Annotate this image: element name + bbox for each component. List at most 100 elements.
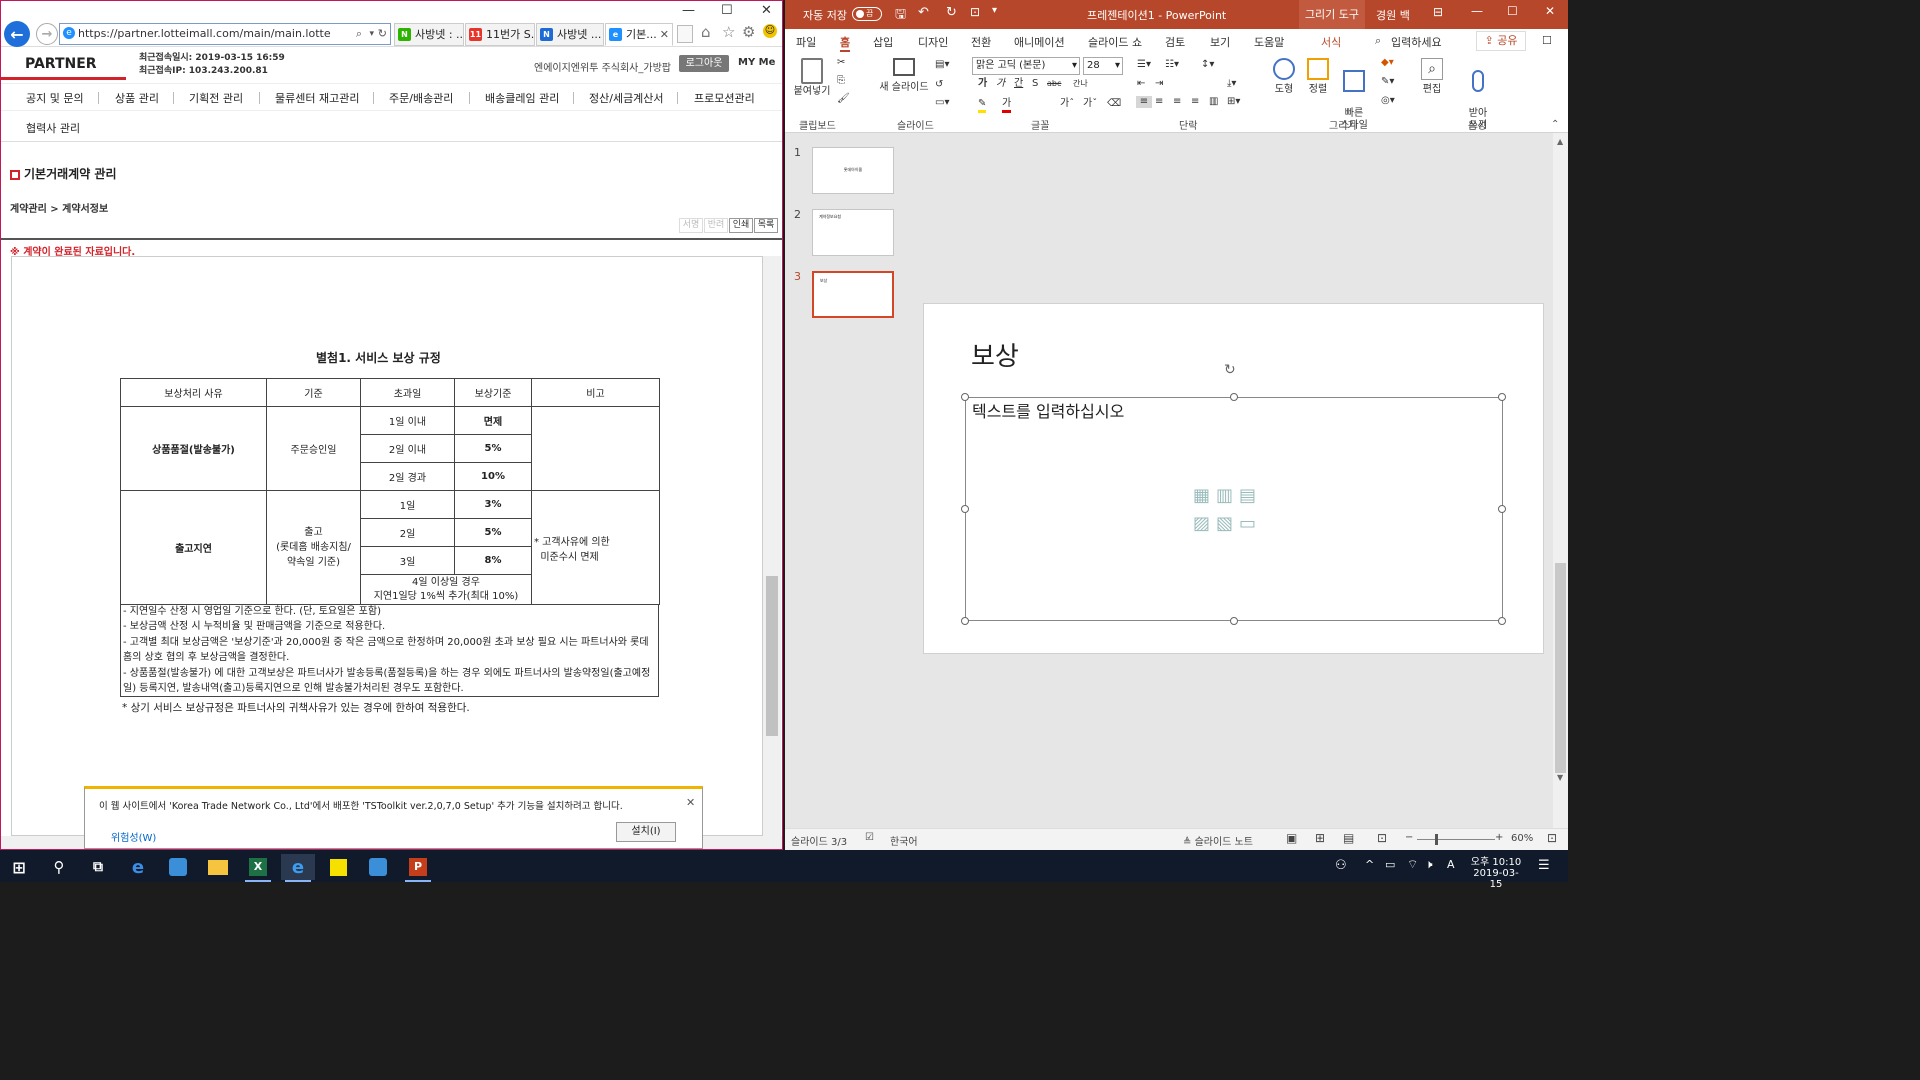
tab-format[interactable]: 서식 — [1321, 34, 1341, 50]
shape-outline-icon[interactable]: ✎▾ — [1381, 76, 1394, 88]
bullets-icon[interactable]: ☰▾ — [1137, 59, 1151, 71]
undo-icon[interactable]: ↶ — [918, 5, 929, 20]
partner-logo[interactable]: PARTNER — [25, 56, 97, 72]
rotate-handle-icon[interactable]: ↻ — [1224, 362, 1236, 378]
powerpoint-taskbar-icon[interactable]: P — [401, 854, 435, 882]
tab-sabangnet-2[interactable]: N 사방넷 ... — [536, 23, 604, 46]
home-icon[interactable]: ⌂ — [701, 23, 711, 41]
risk-link[interactable]: 위험성(W) — [111, 829, 156, 844]
zoom-in-icon[interactable]: + — [1495, 832, 1503, 843]
nav-partner[interactable]: 협력사 관리 — [26, 120, 80, 136]
zoom-slider-thumb[interactable] — [1435, 834, 1438, 845]
highlight-icon[interactable]: ✎ — [978, 98, 987, 113]
install-button[interactable]: 설치(I) — [616, 822, 676, 842]
ppt-minimize-button[interactable]: — — [1471, 4, 1483, 18]
ribbon-display-icon[interactable]: ⊟ — [1433, 5, 1443, 19]
slideshow-view-icon[interactable]: ⊡ — [1377, 831, 1387, 845]
save-icon[interactable]: 🖫 — [895, 5, 906, 27]
slide-sorter-icon[interactable]: ⊞ — [1315, 831, 1325, 845]
tell-me-input[interactable]: 입력하세요 — [1391, 34, 1442, 50]
slide-title[interactable]: 보상 — [971, 336, 1019, 373]
slide-thumbnail-1[interactable]: 롯데아이몰 — [812, 147, 894, 194]
line-spacing-icon[interactable]: ↕▾ — [1201, 59, 1214, 71]
font-color-button[interactable]: 가 — [1002, 98, 1012, 113]
zoom-out-icon[interactable]: − — [1405, 832, 1413, 843]
excel-icon[interactable]: X — [241, 854, 275, 882]
task-view-icon[interactable]: ⧉ — [81, 854, 115, 880]
chevron-down-icon[interactable]: ▾ — [369, 24, 374, 44]
insert-video-icon[interactable]: ▭ — [1239, 513, 1262, 534]
bold-button[interactable]: 가 — [978, 78, 987, 90]
app2-icon[interactable] — [361, 854, 395, 880]
paste-button[interactable]: 붙여넣기 — [793, 58, 831, 98]
volume-icon[interactable]: 🕨 — [1425, 857, 1433, 872]
scroll-thumb[interactable] — [1555, 563, 1566, 773]
page-scrollbar[interactable] — [763, 256, 781, 836]
start-windows-icon[interactable]: ⊞ — [2, 854, 36, 880]
forward-icon[interactable]: → — [36, 23, 58, 45]
resize-handle[interactable] — [1498, 393, 1506, 401]
language[interactable]: 한국어 — [890, 833, 918, 848]
print-button[interactable]: 인쇄 — [729, 218, 753, 233]
tab-view[interactable]: 보기 — [1210, 34, 1230, 50]
numbering-icon[interactable]: ☷▾ — [1165, 59, 1179, 71]
zoom-slider[interactable] — [1417, 834, 1495, 845]
shape-fill-icon[interactable]: ◆▾ — [1381, 57, 1394, 69]
sign-button[interactable]: 서명 — [679, 218, 703, 233]
italic-button[interactable]: 가 — [996, 78, 1005, 90]
nav-inventory[interactable]: 물류센터 재고관리 — [275, 90, 359, 106]
smartart-icon[interactable]: ⊞▾ — [1227, 96, 1240, 108]
notes-button[interactable]: ≜ 슬라이드 노트 — [1183, 833, 1253, 848]
gear-icon[interactable]: ⚙ — [742, 23, 755, 41]
maximize-button[interactable]: ☐ — [721, 3, 733, 18]
shape-effects-icon[interactable]: ◎▾ — [1381, 95, 1395, 107]
reading-view-icon[interactable]: ▤ — [1343, 831, 1354, 845]
clock[interactable]: 오후 10:10 2019-03-15 — [1468, 853, 1524, 890]
wifi-icon[interactable]: ⌔ — [1407, 857, 1418, 872]
insert-table-icon[interactable]: ▦ — [1193, 485, 1216, 506]
battery-icon[interactable]: ▭ — [1385, 858, 1395, 871]
increase-indent-icon[interactable]: ⇥ — [1155, 78, 1163, 90]
nav-notice[interactable]: 공지 및 문의 — [26, 90, 84, 106]
ime-mode[interactable]: A — [1447, 858, 1455, 871]
tab-help[interactable]: 도움말 — [1254, 34, 1284, 50]
share-button[interactable]: ⇪ 공유 — [1476, 31, 1526, 51]
back-icon[interactable]: ← — [4, 21, 30, 47]
address-bar[interactable]: e https://partner.lotteimall.com/main/ma… — [59, 23, 391, 45]
insert-content-icons[interactable]: ▦▥▤ ▨▧▭ — [1193, 482, 1277, 538]
tab-insert[interactable]: 삽입 — [873, 34, 893, 50]
resize-handle[interactable] — [961, 393, 969, 401]
tab-11st[interactable]: 11 11번가 S... — [465, 23, 535, 46]
redo-icon[interactable]: ↻ — [946, 5, 957, 20]
ppt-maximize-button[interactable]: ☐ — [1507, 4, 1518, 18]
resize-handle[interactable] — [961, 505, 969, 513]
scroll-thumb[interactable] — [766, 576, 778, 736]
strikethrough-button[interactable]: abc — [1047, 78, 1061, 90]
new-slide-button[interactable]: 새 슬라이드 — [874, 58, 934, 94]
zoom-level[interactable]: 60% — [1511, 833, 1533, 844]
editor-scrollbar[interactable]: ▲ ▼ — [1553, 133, 1568, 828]
comments-icon[interactable]: ☐ — [1542, 34, 1552, 47]
resize-handle[interactable] — [1230, 617, 1238, 625]
slide-thumbnail-2[interactable]: 계약정보요청 — [812, 209, 894, 256]
insert-picture-icon[interactable]: ▨ — [1193, 513, 1216, 534]
content-placeholder[interactable]: 텍스트를 입력하십시오 ▦▥▤ ▨▧▭ — [965, 397, 1503, 621]
new-tab-button[interactable] — [677, 25, 693, 43]
tab-active-contract[interactable]: e 기본... ✕ — [605, 23, 673, 46]
resize-handle[interactable] — [1498, 617, 1506, 625]
resize-handle[interactable] — [1230, 393, 1238, 401]
people-icon[interactable]: ⚇ — [1335, 858, 1347, 873]
ie-taskbar-icon[interactable]: e — [281, 854, 315, 882]
tell-me-search-icon[interactable]: ⌕ — [1375, 34, 1381, 48]
nav-promotions-plan[interactable]: 기획전 관리 — [189, 90, 243, 106]
nav-products[interactable]: 상품 관리 — [115, 90, 159, 106]
reset-icon[interactable]: ↺ — [935, 79, 943, 91]
slide-thumbnail-3[interactable]: 보상 — [812, 271, 894, 318]
underline-button[interactable]: 간 — [1014, 78, 1023, 90]
spellcheck-icon[interactable]: ☑ — [865, 832, 874, 843]
cut-icon[interactable]: ✂ — [837, 57, 845, 69]
my-menu-link[interactable]: MY Me — [738, 57, 775, 68]
format-painter-icon[interactable]: 🖌 — [837, 93, 850, 105]
minimize-button[interactable]: — — [682, 3, 695, 18]
font-name-dropdown[interactable]: 맑은 고딕 (본문) ▾ — [972, 57, 1080, 75]
